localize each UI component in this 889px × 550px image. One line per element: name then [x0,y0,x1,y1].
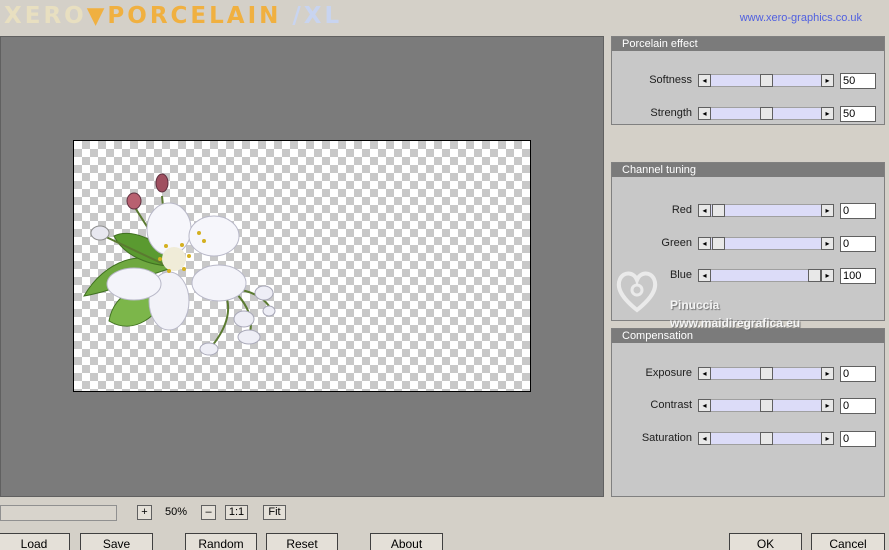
saturation-label: Saturation [641,432,692,444]
green-row: Green ◂ ▸ 0 [612,236,886,252]
red-slider[interactable]: ◂ ▸ [698,204,834,217]
channel-tuning-group: Channel tuning Red ◂ ▸ 0 Green ◂ ▸ 0 Blu… [611,162,885,321]
random-button[interactable]: Random [185,533,257,550]
saturation-thumb[interactable] [760,432,773,445]
blue-row: Blue ◂ ▸ 100 [612,268,886,284]
logo-part-xl: /XL [292,3,343,29]
reset-button[interactable]: Reset [266,533,338,550]
softness-left-arrow-icon[interactable]: ◂ [698,74,711,87]
red-value-field[interactable]: 0 [840,203,876,219]
preview-area[interactable] [0,36,604,497]
status-field [0,505,117,521]
contrast-row: Contrast ◂ ▸ 0 [612,398,886,414]
blue-left-arrow-icon[interactable]: ◂ [698,269,711,282]
green-value-field[interactable]: 0 [840,236,876,252]
strength-right-arrow-icon[interactable]: ▸ [821,107,834,120]
green-thumb[interactable] [712,237,725,250]
exposure-label: Exposure [645,367,692,379]
blue-slider[interactable]: ◂ ▸ [698,269,834,282]
zoom-out-button[interactable]: – [201,505,216,520]
exposure-value-field[interactable]: 0 [840,366,876,382]
green-left-arrow-icon[interactable]: ◂ [698,237,711,250]
zoom-actual-size-button[interactable]: 1:1 [225,505,248,520]
contrast-value-field[interactable]: 0 [840,398,876,414]
contrast-label: Contrast [650,399,692,411]
exposure-row: Exposure ◂ ▸ 0 [612,366,886,382]
app-logo: XERO▼PORCELAIN /XL [4,3,342,29]
softness-row: Softness ◂ ▸ 50 [612,73,886,89]
about-button[interactable]: About [370,533,443,550]
red-right-arrow-icon[interactable]: ▸ [821,204,834,217]
blue-right-arrow-icon[interactable]: ▸ [821,269,834,282]
softness-value-field[interactable]: 50 [840,73,876,89]
blue-thumb[interactable] [808,269,821,282]
preview-canvas[interactable] [73,140,531,392]
saturation-right-arrow-icon[interactable]: ▸ [821,432,834,445]
ok-button[interactable]: OK [729,533,802,550]
softness-slider[interactable]: ◂ ▸ [698,74,834,87]
softness-label: Softness [649,74,692,86]
strength-row: Strength ◂ ▸ 50 [612,106,886,122]
saturation-value-field[interactable]: 0 [840,431,876,447]
green-label: Green [661,237,692,249]
compensation-title: Compensation [612,329,884,343]
softness-thumb[interactable] [760,74,773,87]
title-header: XERO▼PORCELAIN /XL www.xero-graphics.co.… [0,0,889,34]
red-row: Red ◂ ▸ 0 [612,203,886,219]
cancel-button[interactable]: Cancel [811,533,885,550]
zoom-in-button[interactable]: + [137,505,152,520]
blue-label: Blue [669,269,692,281]
contrast-left-arrow-icon[interactable]: ◂ [698,399,711,412]
green-slider[interactable]: ◂ ▸ [698,237,834,250]
blue-value-field[interactable]: 100 [840,268,876,284]
exposure-slider[interactable]: ◂ ▸ [698,367,834,380]
zoom-fit-button[interactable]: Fit [263,505,286,520]
saturation-slider[interactable]: ◂ ▸ [698,432,834,445]
flower-image [83,173,276,356]
channel-tuning-title: Channel tuning [612,163,884,177]
softness-right-arrow-icon[interactable]: ▸ [821,74,834,87]
logo-part-xero: XERO [4,3,87,29]
strength-slider[interactable]: ◂ ▸ [698,107,834,120]
saturation-left-arrow-icon[interactable]: ◂ [698,432,711,445]
save-button[interactable]: Save [80,533,153,550]
porcelain-effect-title: Porcelain effect [612,37,884,51]
contrast-thumb[interactable] [760,399,773,412]
porcelain-effect-group: Porcelain effect Softness ◂ ▸ 50 Strengt… [611,36,885,125]
logo-part-porcelain: ▼PORCELAIN [86,3,282,29]
strength-value-field[interactable]: 50 [840,106,876,122]
red-thumb[interactable] [712,204,725,217]
strength-left-arrow-icon[interactable]: ◂ [698,107,711,120]
zoom-level: 50% [164,506,188,518]
exposure-right-arrow-icon[interactable]: ▸ [821,367,834,380]
red-label: Red [671,204,692,216]
load-button[interactable]: Load [0,533,70,550]
saturation-row: Saturation ◂ ▸ 0 [612,431,886,447]
strength-label: Strength [650,107,692,119]
exposure-thumb[interactable] [760,367,773,380]
website-link[interactable]: www.xero-graphics.co.uk [740,12,862,24]
exposure-left-arrow-icon[interactable]: ◂ [698,367,711,380]
strength-thumb[interactable] [760,107,773,120]
green-right-arrow-icon[interactable]: ▸ [821,237,834,250]
contrast-slider[interactable]: ◂ ▸ [698,399,834,412]
compensation-group: Compensation Exposure ◂ ▸ 0 Contrast ◂ ▸… [611,328,885,497]
contrast-right-arrow-icon[interactable]: ▸ [821,399,834,412]
red-left-arrow-icon[interactable]: ◂ [698,204,711,217]
